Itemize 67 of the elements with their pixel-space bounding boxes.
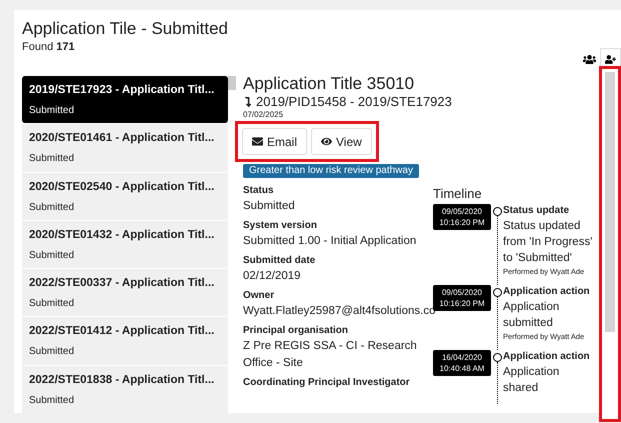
application-title: 2022/STE00337 - Application Titl... xyxy=(29,276,216,292)
timestamp-time: 10:16:20 PM xyxy=(439,298,485,309)
field-value: 02/12/2019 xyxy=(243,269,302,284)
event-title: Application action xyxy=(503,285,591,299)
timeline-title: Timeline xyxy=(433,186,483,202)
timestamp-date: 09/05/2020 xyxy=(442,206,482,217)
application-heading: Application Title 35010 xyxy=(243,74,416,94)
field-label: System version xyxy=(243,219,318,233)
field-value: Submitted 1.00 - Initial Application xyxy=(243,234,418,249)
timestamp-date: 16/04/2020 xyxy=(442,352,482,363)
field-label: Submitted date xyxy=(243,254,316,268)
application-title: 2020/STE01461 - Application Titl... xyxy=(29,131,216,146)
application-title: 2019/STE17923 - Application Titl... xyxy=(29,83,216,98)
application-title: 2020/STE02540 - Application Titl... xyxy=(29,180,216,195)
timestamp-date: 09/05/2020 xyxy=(442,287,482,298)
application-status: Submitted xyxy=(29,394,76,408)
field-label: Principal organisation xyxy=(243,324,350,338)
timeline-line xyxy=(496,216,498,285)
view-button[interactable]: View xyxy=(311,128,372,155)
add-user-icon xyxy=(605,54,616,64)
timeline-line xyxy=(496,297,498,350)
application-title: 2022/STE01838 - Application Titl... xyxy=(29,372,216,388)
application-status: Submitted xyxy=(29,152,76,166)
reference-text: 2019/PID15458 - 2019/STE17923 xyxy=(256,94,452,110)
email-button[interactable]: Email xyxy=(242,128,308,155)
field-label: Owner xyxy=(243,289,276,303)
field-value: Wyatt.Flatley25987@alt4fsolutions.co xyxy=(243,304,433,319)
envelope-icon xyxy=(252,136,263,147)
application-status: Submitted xyxy=(29,345,76,360)
down-arrow-icon xyxy=(243,97,253,107)
application-item[interactable]: 2020/STE01461 - Application Titl... Submitted xyxy=(22,124,228,172)
timeline-node-icon xyxy=(492,353,502,362)
pathway-badge: Greater than low risk review pathway xyxy=(243,164,419,178)
timeline-node-icon xyxy=(492,207,502,216)
page-title: Application Tile - Submitted xyxy=(22,18,229,40)
application-title: 2022/STE01412 - Application Titl... xyxy=(29,324,216,340)
field-value: Z Pre REGIS SSA - CI - Research Office - Site xyxy=(243,339,418,371)
timeline-node-icon xyxy=(492,288,502,297)
application-item[interactable]: 2020/STE01432 - Application Titl... Submitted xyxy=(22,220,228,268)
list-scrollbar[interactable] xyxy=(228,76,236,90)
date-text: 07/02/2025 xyxy=(243,110,284,120)
scrollbar[interactable] xyxy=(605,72,615,332)
timestamp-time: 10:16:20 PM xyxy=(439,217,485,228)
application-item[interactable]: 2022/STE01838 - Application Titl... Submitted xyxy=(22,366,228,413)
event-description: Application submitted xyxy=(503,300,560,331)
event-title: Status update xyxy=(503,204,570,218)
field-value: Submitted xyxy=(243,199,296,214)
found-label: Found xyxy=(22,40,54,54)
found-count: 171 xyxy=(56,40,75,54)
application-item[interactable]: 2022/STE01412 - Application Titl... Submitted xyxy=(22,317,228,365)
field-label: Coordinating Principal Investigator xyxy=(243,376,411,390)
application-item[interactable]: 2019/STE17923 - Application Titl... Submitted xyxy=(22,76,228,124)
application-title: 2020/STE01432 - Application Titl... xyxy=(29,228,216,243)
eye-icon xyxy=(321,136,332,147)
event-title: Application action xyxy=(503,350,591,364)
application-status: Submitted xyxy=(29,104,76,118)
application-status: Submitted xyxy=(29,200,76,215)
application-status: Submitted xyxy=(29,248,76,263)
event-description: Application shared xyxy=(503,365,560,396)
application-item[interactable]: 2022/STE00337 - Application Titl... Submitted xyxy=(22,269,228,316)
timeline-line xyxy=(496,362,498,404)
field-label: Status xyxy=(243,184,275,198)
application-item[interactable]: 2020/STE02540 - Application Titl... Submitted xyxy=(22,172,228,220)
application-status: Submitted xyxy=(29,297,76,312)
timestamp-time: 10:40:48 AM xyxy=(440,363,484,374)
event-description: Status updated from 'In Progress' to 'Submitted' xyxy=(503,219,594,266)
users-icon[interactable] xyxy=(583,52,596,66)
